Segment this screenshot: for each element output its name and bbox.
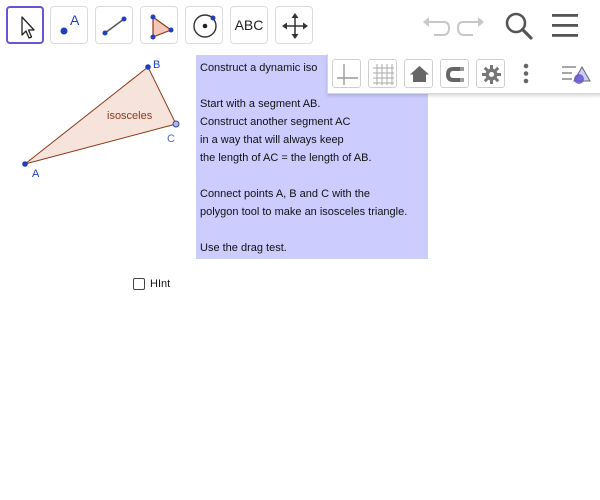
isosceles-triangle[interactable] [24,66,177,165]
toggle-grid-button[interactable] [368,59,397,88]
settings-button[interactable] [476,59,505,88]
instruction-line: Connect points A, B and C with the [200,188,370,200]
standard-view-button[interactable] [404,59,433,88]
instruction-line: Start with a segment AB. [200,98,321,110]
instruction-line: Construct another segment AC [200,116,351,128]
hint-label: HInt [150,278,171,290]
checkbox-box[interactable] [133,278,145,290]
instruction-line: the length of AC = the length of AB. [200,152,372,164]
magnet-icon [445,67,464,82]
more-options-icon[interactable] [518,59,534,88]
axes-icon [337,64,358,85]
point-c-label: C [167,133,175,145]
instruction-line [200,221,428,239]
grid-icon [373,64,394,85]
point-b-label: B [153,59,160,71]
style-bar-toggle-icon[interactable] [560,59,594,88]
gear-icon [482,65,501,84]
point-capturing-button[interactable] [440,59,469,88]
point-b[interactable] [145,64,151,70]
triangle-label: isosceles [107,110,153,122]
style-bar [327,54,600,94]
instruction-line: polygon tool to make an isosceles triang… [200,206,408,218]
point-c[interactable] [172,120,180,128]
instruction-line [200,167,428,185]
instruction-line: Use the drag test. [200,242,287,254]
point-a[interactable] [22,161,28,167]
hint-checkbox[interactable]: HInt [133,278,170,290]
toggle-axes-button[interactable] [332,59,361,88]
home-icon [410,66,429,82]
instruction-line: in a way that will always keep [200,134,344,146]
point-a-label: A [32,168,40,180]
